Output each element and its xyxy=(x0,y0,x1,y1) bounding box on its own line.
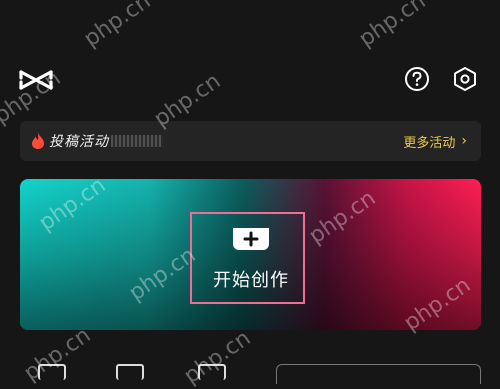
activity-title: 投稿活动 xyxy=(49,134,109,150)
flame-icon xyxy=(31,132,45,150)
hexagon-gear-icon xyxy=(454,67,476,91)
settings-button[interactable] xyxy=(452,66,478,92)
tool-icon-1[interactable] xyxy=(38,364,66,380)
more-activities-label: 更多活动 xyxy=(403,135,456,151)
tool-icon-3[interactable] xyxy=(198,364,226,380)
tool-panel[interactable] xyxy=(276,364,481,384)
tool-row xyxy=(0,350,500,384)
capcut-logo-icon xyxy=(18,66,54,98)
tool-icon-2[interactable] xyxy=(116,364,144,380)
plus-icon[interactable] xyxy=(233,228,269,250)
submission-activity-bar[interactable]: 投稿活动 更多活动 › xyxy=(20,121,481,161)
activity-banner-strip xyxy=(111,135,163,147)
top-bar xyxy=(0,0,500,110)
help-button[interactable] xyxy=(404,66,430,92)
more-activities-link[interactable]: 更多活动 › xyxy=(403,132,467,151)
chevron-right-icon: › xyxy=(461,133,467,149)
question-circle-icon xyxy=(405,67,429,91)
start-create-label[interactable]: 开始创作 xyxy=(203,266,299,292)
